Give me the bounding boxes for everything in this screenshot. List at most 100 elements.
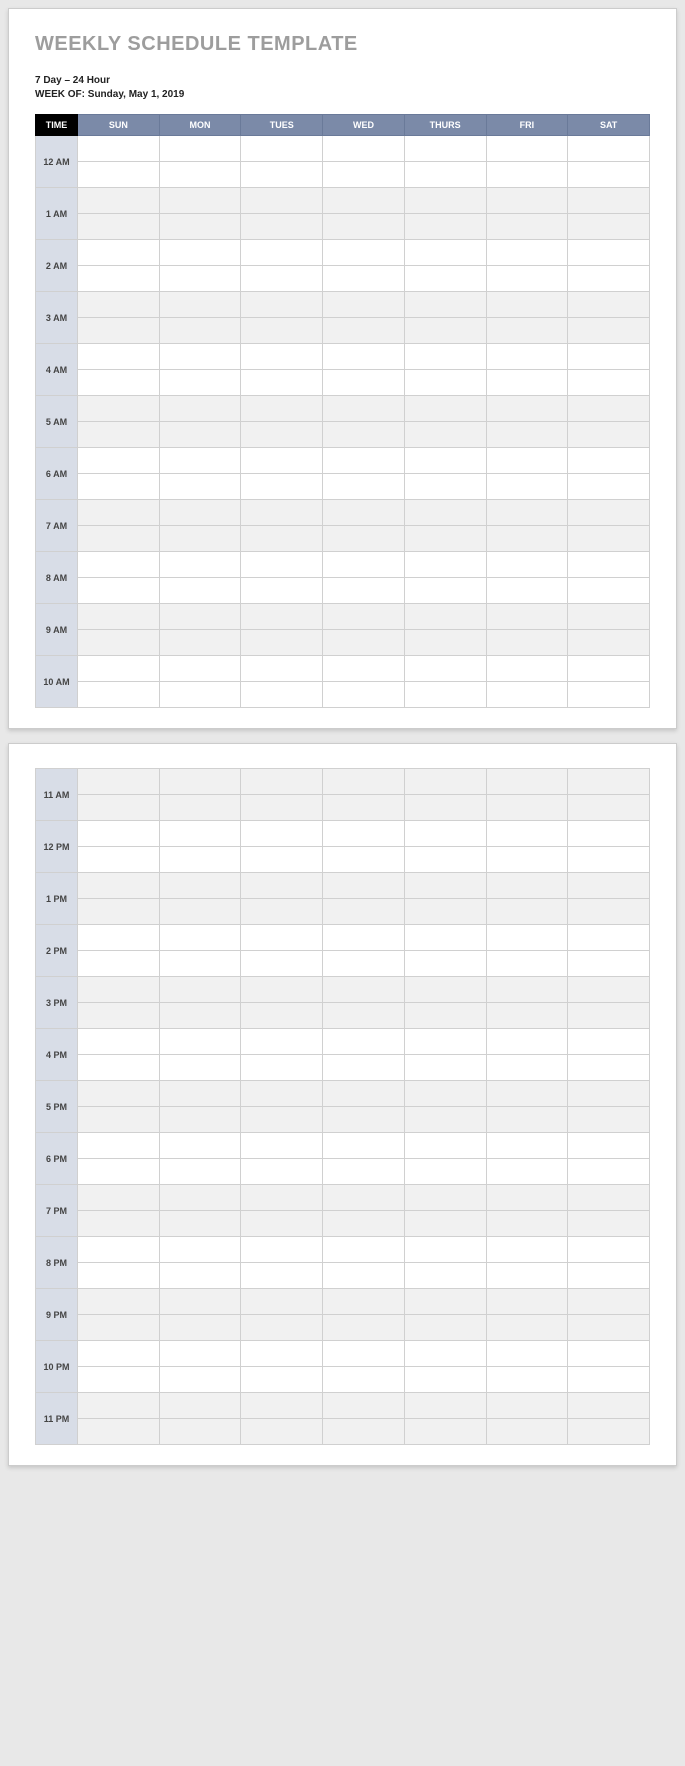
- schedule-cell[interactable]: [159, 344, 241, 370]
- schedule-cell[interactable]: [568, 1003, 650, 1029]
- schedule-cell[interactable]: [486, 1263, 568, 1289]
- schedule-cell[interactable]: [404, 682, 486, 708]
- schedule-cell[interactable]: [78, 1003, 160, 1029]
- schedule-cell[interactable]: [241, 240, 323, 266]
- schedule-cell[interactable]: [568, 552, 650, 578]
- schedule-cell[interactable]: [486, 1419, 568, 1445]
- schedule-cell[interactable]: [404, 188, 486, 214]
- schedule-cell[interactable]: [241, 1185, 323, 1211]
- schedule-cell[interactable]: [241, 474, 323, 500]
- schedule-cell[interactable]: [486, 396, 568, 422]
- schedule-cell[interactable]: [78, 977, 160, 1003]
- schedule-cell[interactable]: [568, 769, 650, 795]
- schedule-cell[interactable]: [568, 448, 650, 474]
- schedule-cell[interactable]: [241, 951, 323, 977]
- schedule-cell[interactable]: [78, 1367, 160, 1393]
- schedule-cell[interactable]: [568, 1211, 650, 1237]
- schedule-cell[interactable]: [404, 578, 486, 604]
- schedule-cell[interactable]: [486, 769, 568, 795]
- schedule-cell[interactable]: [241, 769, 323, 795]
- schedule-cell[interactable]: [159, 552, 241, 578]
- schedule-cell[interactable]: [78, 847, 160, 873]
- schedule-cell[interactable]: [323, 1367, 405, 1393]
- schedule-cell[interactable]: [323, 1107, 405, 1133]
- schedule-cell[interactable]: [404, 1003, 486, 1029]
- schedule-cell[interactable]: [241, 448, 323, 474]
- schedule-cell[interactable]: [323, 1159, 405, 1185]
- schedule-cell[interactable]: [159, 214, 241, 240]
- schedule-cell[interactable]: [568, 1185, 650, 1211]
- schedule-cell[interactable]: [486, 266, 568, 292]
- schedule-cell[interactable]: [404, 1393, 486, 1419]
- schedule-cell[interactable]: [323, 214, 405, 240]
- schedule-cell[interactable]: [159, 951, 241, 977]
- schedule-cell[interactable]: [404, 821, 486, 847]
- schedule-cell[interactable]: [159, 578, 241, 604]
- schedule-cell[interactable]: [404, 795, 486, 821]
- schedule-cell[interactable]: [241, 873, 323, 899]
- schedule-cell[interactable]: [404, 1341, 486, 1367]
- schedule-cell[interactable]: [78, 1159, 160, 1185]
- schedule-cell[interactable]: [78, 1055, 160, 1081]
- schedule-cell[interactable]: [323, 162, 405, 188]
- schedule-cell[interactable]: [568, 136, 650, 162]
- schedule-cell[interactable]: [78, 604, 160, 630]
- schedule-cell[interactable]: [404, 1055, 486, 1081]
- schedule-cell[interactable]: [159, 396, 241, 422]
- schedule-cell[interactable]: [486, 162, 568, 188]
- schedule-cell[interactable]: [241, 1289, 323, 1315]
- schedule-cell[interactable]: [323, 1393, 405, 1419]
- schedule-cell[interactable]: [159, 873, 241, 899]
- schedule-cell[interactable]: [568, 1393, 650, 1419]
- schedule-cell[interactable]: [159, 630, 241, 656]
- schedule-cell[interactable]: [159, 188, 241, 214]
- schedule-cell[interactable]: [486, 656, 568, 682]
- schedule-cell[interactable]: [241, 1263, 323, 1289]
- schedule-cell[interactable]: [241, 1367, 323, 1393]
- schedule-cell[interactable]: [78, 951, 160, 977]
- schedule-cell[interactable]: [486, 847, 568, 873]
- schedule-cell[interactable]: [568, 821, 650, 847]
- schedule-cell[interactable]: [78, 1185, 160, 1211]
- schedule-cell[interactable]: [486, 795, 568, 821]
- schedule-cell[interactable]: [241, 630, 323, 656]
- schedule-cell[interactable]: [323, 448, 405, 474]
- schedule-cell[interactable]: [323, 925, 405, 951]
- schedule-cell[interactable]: [78, 1133, 160, 1159]
- schedule-cell[interactable]: [78, 795, 160, 821]
- schedule-cell[interactable]: [78, 526, 160, 552]
- schedule-cell[interactable]: [241, 422, 323, 448]
- schedule-cell[interactable]: [568, 474, 650, 500]
- schedule-cell[interactable]: [568, 847, 650, 873]
- schedule-cell[interactable]: [78, 1263, 160, 1289]
- schedule-cell[interactable]: [241, 162, 323, 188]
- schedule-cell[interactable]: [486, 1185, 568, 1211]
- schedule-cell[interactable]: [159, 821, 241, 847]
- schedule-cell[interactable]: [404, 344, 486, 370]
- schedule-cell[interactable]: [159, 1185, 241, 1211]
- schedule-cell[interactable]: [241, 370, 323, 396]
- schedule-cell[interactable]: [241, 266, 323, 292]
- schedule-cell[interactable]: [323, 899, 405, 925]
- schedule-cell[interactable]: [159, 1107, 241, 1133]
- schedule-cell[interactable]: [323, 873, 405, 899]
- schedule-cell[interactable]: [486, 1341, 568, 1367]
- schedule-cell[interactable]: [241, 1029, 323, 1055]
- schedule-cell[interactable]: [159, 240, 241, 266]
- schedule-cell[interactable]: [486, 318, 568, 344]
- schedule-cell[interactable]: [78, 925, 160, 951]
- schedule-cell[interactable]: [159, 1003, 241, 1029]
- schedule-cell[interactable]: [241, 526, 323, 552]
- schedule-cell[interactable]: [568, 188, 650, 214]
- schedule-cell[interactable]: [159, 1211, 241, 1237]
- schedule-cell[interactable]: [568, 240, 650, 266]
- schedule-cell[interactable]: [78, 188, 160, 214]
- schedule-cell[interactable]: [78, 500, 160, 526]
- schedule-cell[interactable]: [241, 604, 323, 630]
- schedule-cell[interactable]: [486, 977, 568, 1003]
- schedule-cell[interactable]: [568, 1237, 650, 1263]
- schedule-cell[interactable]: [159, 162, 241, 188]
- schedule-cell[interactable]: [568, 396, 650, 422]
- schedule-cell[interactable]: [404, 925, 486, 951]
- schedule-cell[interactable]: [568, 1029, 650, 1055]
